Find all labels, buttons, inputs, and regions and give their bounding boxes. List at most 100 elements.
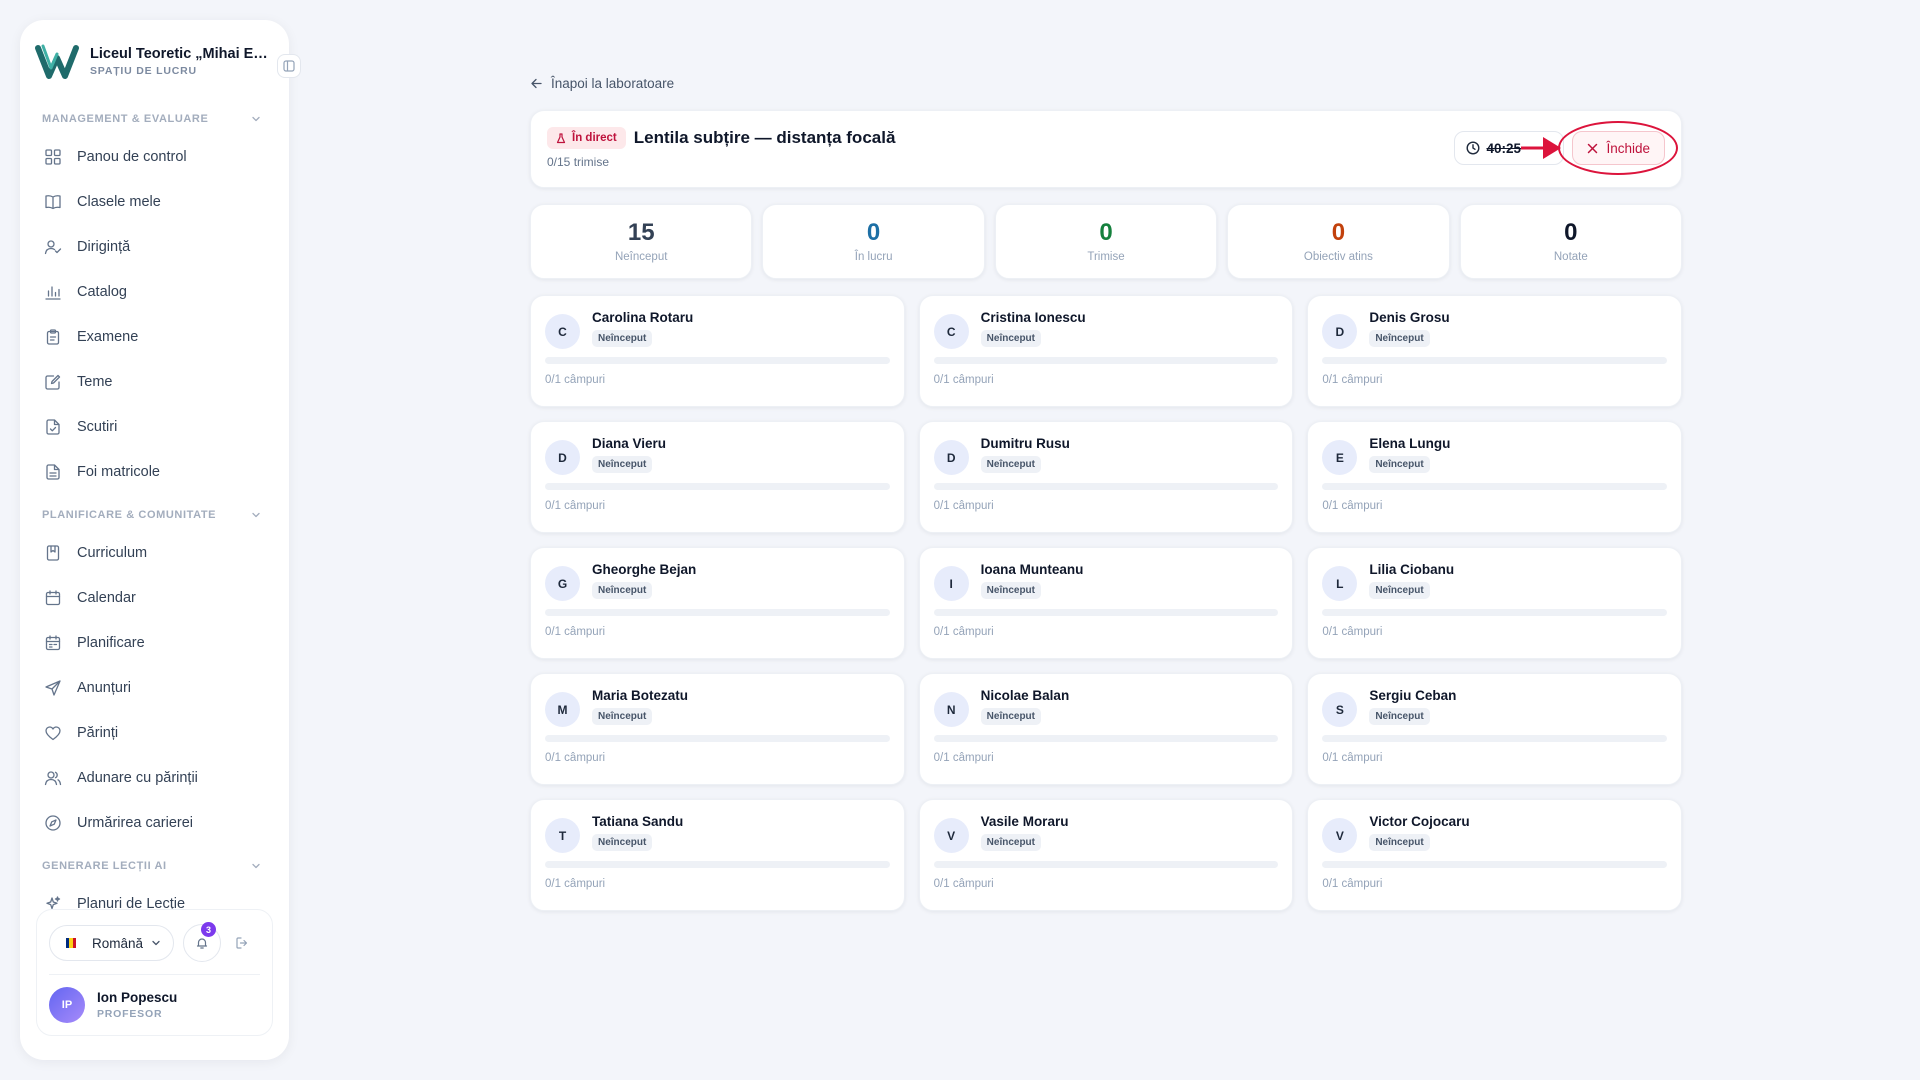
stat-value: 0 bbox=[866, 219, 881, 246]
sidebar-item[interactable]: Calendar bbox=[34, 575, 275, 620]
logout-icon bbox=[236, 937, 248, 949]
sidebar-item[interactable]: Anunțuri bbox=[34, 665, 275, 710]
chevron-down-icon bbox=[252, 512, 260, 518]
progress-bar bbox=[933, 357, 1279, 364]
student-card[interactable]: V Victor Cojocaru Neînceput 0/1 câmpuri bbox=[1307, 799, 1682, 911]
status-badge: Neînceput bbox=[1369, 834, 1430, 851]
sidebar-item-label: Calendar bbox=[77, 589, 136, 606]
stat-value: 15 bbox=[627, 219, 655, 246]
sidebar-item[interactable]: Adunare cu părinții bbox=[34, 755, 275, 800]
sidebar-header: Liceul Teoretic „Mihai Eminescu” SPAȚIU … bbox=[20, 20, 301, 98]
student-card[interactable]: S Sergiu Ceban Neînceput 0/1 câmpuri bbox=[1307, 673, 1682, 785]
student-card[interactable]: D Denis Grosu Neînceput 0/1 câmpuri bbox=[1307, 295, 1682, 407]
student-avatar: G bbox=[545, 566, 580, 601]
status-badge: Neînceput bbox=[980, 330, 1041, 347]
nav-section-header[interactable]: MANAGEMENT & EVALUARE bbox=[34, 104, 275, 134]
student-card[interactable]: E Elena Lungu Neînceput 0/1 câmpuri bbox=[1307, 421, 1682, 533]
student-card[interactable]: I Ioana Munteanu Neînceput 0/1 câmpuri bbox=[918, 547, 1294, 659]
chevron-down-icon bbox=[252, 116, 260, 122]
fields-count: 0/1 câmpuri bbox=[545, 752, 606, 764]
sidebar-item[interactable]: Teme bbox=[34, 359, 275, 404]
sidebar-item[interactable]: Urmărirea carierei bbox=[34, 800, 275, 845]
status-badge: Neînceput bbox=[1369, 582, 1430, 599]
timer-value: 40:25 bbox=[1486, 140, 1521, 156]
student-card[interactable]: D Dumitru Rusu Neînceput 0/1 câmpuri bbox=[918, 421, 1294, 533]
student-card[interactable]: C Carolina Rotaru Neînceput 0/1 câmpuri bbox=[530, 295, 905, 407]
sidebar: Liceul Teoretic „Mihai Eminescu” SPAȚIU … bbox=[20, 20, 301, 1060]
collapse-sidebar-button[interactable] bbox=[277, 54, 301, 78]
user-profile[interactable]: IP Ion Popescu PROFESOR bbox=[49, 974, 260, 1023]
nav-section-header[interactable]: GENERARE LECȚII AI bbox=[34, 851, 275, 881]
dashboard-icon bbox=[45, 148, 61, 165]
sidebar-item[interactable]: Scutiri bbox=[34, 404, 275, 449]
sidebar-item-label: Scutiri bbox=[77, 418, 118, 435]
student-name: Diana Vieru bbox=[592, 436, 667, 451]
student-card[interactable]: D Diana Vieru Neînceput 0/1 câmpuri bbox=[530, 421, 905, 533]
sidebar-item[interactable]: Panou de control bbox=[34, 134, 275, 179]
sidebar-item[interactable]: Planificare bbox=[34, 620, 275, 665]
stat-card: 0 Notate bbox=[1459, 204, 1683, 279]
sidebar-item[interactable]: Foi matricole bbox=[34, 449, 275, 494]
status-badge: Neînceput bbox=[592, 708, 653, 725]
student-avatar: D bbox=[545, 440, 580, 475]
nav-section-header[interactable]: PLANIFICARE & COMUNITATE bbox=[34, 500, 275, 530]
sidebar-item[interactable]: Dirigință bbox=[34, 224, 275, 269]
nav-section-title: GENERARE LECȚII AI bbox=[42, 860, 167, 872]
student-name: Maria Botezatu bbox=[592, 688, 689, 703]
progress-bar bbox=[933, 483, 1279, 490]
sidebar-item-label: Anunțuri bbox=[77, 679, 132, 696]
student-name: Dumitru Rusu bbox=[980, 436, 1070, 451]
sidebar-item-label: Clasele mele bbox=[77, 193, 161, 210]
progress-bar bbox=[545, 735, 890, 742]
stat-card: 0 Obiectiv atins bbox=[1227, 204, 1450, 279]
sidebar-item-label: Examene bbox=[77, 328, 139, 345]
student-card[interactable]: T Tatiana Sandu Neînceput 0/1 câmpuri bbox=[530, 799, 905, 911]
user-name: Ion Popescu bbox=[97, 990, 178, 1005]
student-card[interactable]: G Gheorghe Bejan Neînceput 0/1 câmpuri bbox=[530, 547, 905, 659]
sidebar-item[interactable]: Planuri de Lecție bbox=[34, 881, 275, 909]
student-card[interactable]: C Cristina Ionescu Neînceput 0/1 câmpuri bbox=[918, 295, 1294, 407]
file-text-icon bbox=[46, 463, 60, 480]
chevron-down-icon bbox=[152, 940, 160, 946]
sidebar-item-label: Părinți bbox=[77, 724, 119, 741]
stat-label: În lucru bbox=[854, 251, 893, 263]
sidebar-item[interactable]: Părinți bbox=[34, 710, 275, 755]
romania-flag-icon bbox=[66, 938, 76, 948]
status-badge: Neînceput bbox=[980, 456, 1041, 473]
user-check-icon bbox=[44, 239, 62, 254]
student-card[interactable]: V Vasile Moraru Neînceput 0/1 câmpuri bbox=[918, 799, 1294, 911]
student-card[interactable]: L Lilia Ciobanu Neînceput 0/1 câmpuri bbox=[1307, 547, 1682, 659]
progress-bar bbox=[933, 735, 1279, 742]
student-avatar: D bbox=[933, 440, 969, 475]
logout-button[interactable] bbox=[235, 936, 249, 950]
lab-title: Lentila subțire — distanța focală bbox=[633, 128, 896, 147]
stat-value: 0 bbox=[1564, 219, 1578, 246]
sidebar-item[interactable]: Examene bbox=[34, 314, 275, 359]
student-card[interactable]: N Nicolae Balan Neînceput 0/1 câmpuri bbox=[918, 673, 1294, 785]
sidebar-item-label: Panou de control bbox=[77, 148, 187, 165]
language-label: Română bbox=[92, 935, 144, 951]
fields-count: 0/1 câmpuri bbox=[545, 878, 606, 890]
lab-header-card: În direct Lentila subțire — distanța foc… bbox=[530, 110, 1682, 188]
sidebar-item[interactable]: Curriculum bbox=[34, 530, 275, 575]
school-name: Liceul Teoretic „Mihai Eminescu” bbox=[90, 45, 275, 62]
language-selector[interactable]: Română bbox=[49, 925, 175, 961]
student-name: Vasile Moraru bbox=[980, 814, 1069, 829]
book-open-icon bbox=[45, 194, 61, 209]
fields-count: 0/1 câmpuri bbox=[933, 752, 994, 764]
sidebar-footer: Română 3 IP Ion Popescu PROFESOR bbox=[36, 909, 273, 1036]
nav-section-title: MANAGEMENT & EVALUARE bbox=[42, 113, 209, 125]
notifications-button[interactable]: 3 bbox=[183, 922, 222, 962]
compass-icon bbox=[45, 814, 61, 831]
sidebar-item[interactable]: Catalog bbox=[34, 269, 275, 314]
student-avatar: E bbox=[1322, 440, 1358, 475]
stat-value: 0 bbox=[1331, 219, 1346, 246]
student-card[interactable]: M Maria Botezatu Neînceput 0/1 câmpuri bbox=[530, 673, 905, 785]
back-to-labs-link[interactable]: Înapoi la laboratoare bbox=[530, 72, 1682, 94]
main-content: Înapoi la laboratoare În direct Lentila … bbox=[530, 72, 1683, 911]
sidebar-item[interactable]: Clasele mele bbox=[34, 179, 275, 224]
sidebar-item-label: Planificare bbox=[77, 634, 145, 651]
school-logo-icon bbox=[35, 44, 79, 79]
sidebar-item-label: Teme bbox=[77, 373, 113, 390]
progress-bar bbox=[933, 861, 1279, 868]
